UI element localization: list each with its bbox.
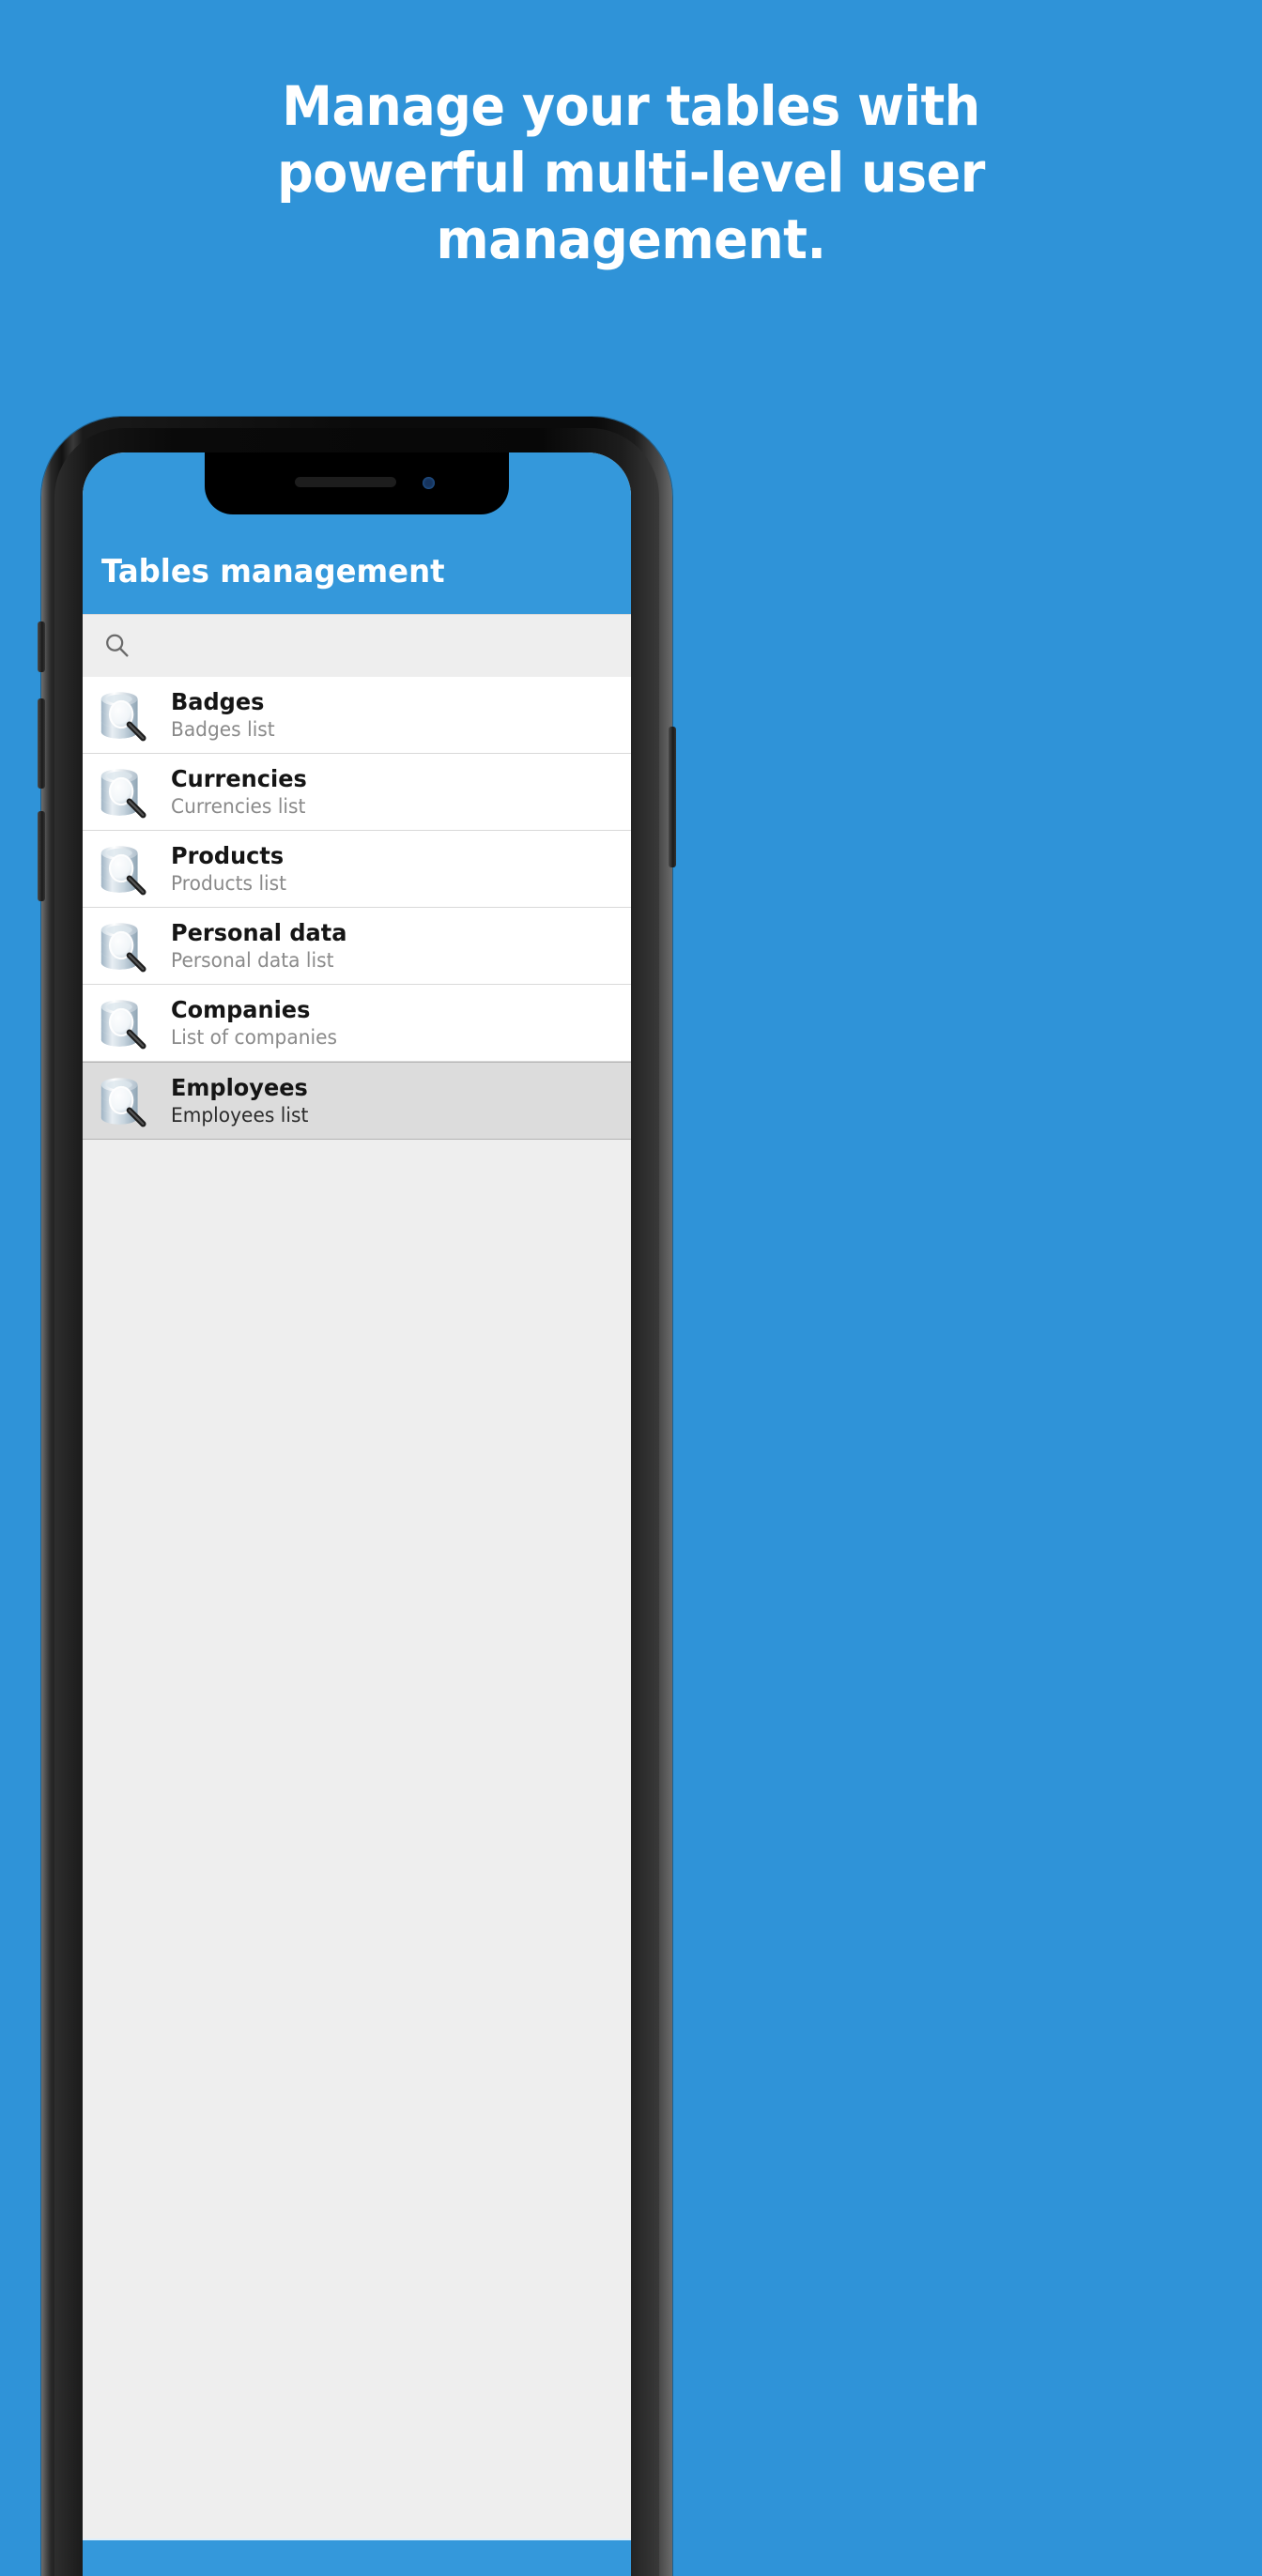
phone-button-volume-down[interactable] [38, 811, 45, 901]
table-row-title: Currencies [171, 765, 307, 792]
database-search-icon [100, 768, 146, 818]
table-row-title: Companies [171, 996, 311, 1023]
table-row-subtitle: Employees list [171, 1104, 309, 1127]
headline-line-1: Manage your tables with [282, 74, 980, 138]
phone-button-power[interactable] [669, 727, 676, 867]
headline-line-3: management. [436, 207, 826, 271]
table-row-title: Badges [171, 688, 265, 715]
table-row[interactable]: Employees Employees list [83, 1062, 631, 1140]
database-search-icon [100, 1077, 146, 1127]
database-search-icon [100, 922, 146, 972]
table-row[interactable]: Products Products list [83, 831, 631, 908]
table-row-title: Products [171, 842, 285, 869]
table-row-texts: Products Products list [171, 842, 291, 896]
search-bar[interactable] [83, 614, 631, 678]
phone-mockup: Tables management Badges Badges list Cur… [38, 417, 676, 2576]
page-title: Tables management [101, 553, 445, 590]
table-row[interactable]: Companies List of companies [83, 985, 631, 1062]
front-camera-icon [423, 477, 435, 489]
table-row-title: Employees [171, 1074, 308, 1101]
headline-line-2: powerful multi-level user [277, 141, 985, 205]
table-row-texts: Personal data Personal data list [171, 919, 354, 973]
table-row[interactable]: Badges Badges list [83, 677, 631, 754]
phone-button-volume-up[interactable] [38, 698, 45, 789]
table-row-texts: Employees Employees list [171, 1074, 314, 1127]
table-row-subtitle: Currencies list [171, 795, 306, 818]
table-row[interactable]: Currencies Currencies list [83, 754, 631, 831]
database-search-icon [100, 999, 146, 1049]
bottom-bar [83, 2538, 631, 2576]
table-row-subtitle: Products list [171, 872, 287, 895]
tables-list: Badges Badges list Currencies Currencies… [83, 677, 631, 2576]
table-row-title: Personal data [171, 919, 347, 946]
table-row[interactable]: Personal data Personal data list [83, 908, 631, 985]
app-bar: Tables management [83, 529, 631, 614]
speaker-grille-icon [295, 477, 396, 487]
table-row-subtitle: List of companies [171, 1026, 337, 1049]
page-headline: Manage your tables with powerful multi-l… [107, 73, 1155, 273]
database-search-icon [100, 691, 146, 741]
table-row-texts: Currencies Currencies list [171, 765, 313, 819]
search-icon[interactable] [103, 632, 131, 660]
phone-notch [205, 452, 509, 514]
table-row-texts: Badges Badges list [171, 688, 279, 742]
table-row-texts: Companies List of companies [171, 996, 344, 1050]
app-screen: Tables management Badges Badges list Cur… [83, 452, 631, 2576]
phone-button-mute[interactable] [38, 621, 45, 672]
database-search-icon [100, 845, 146, 895]
table-row-subtitle: Badges list [171, 718, 275, 741]
table-row-subtitle: Personal data list [171, 949, 334, 972]
